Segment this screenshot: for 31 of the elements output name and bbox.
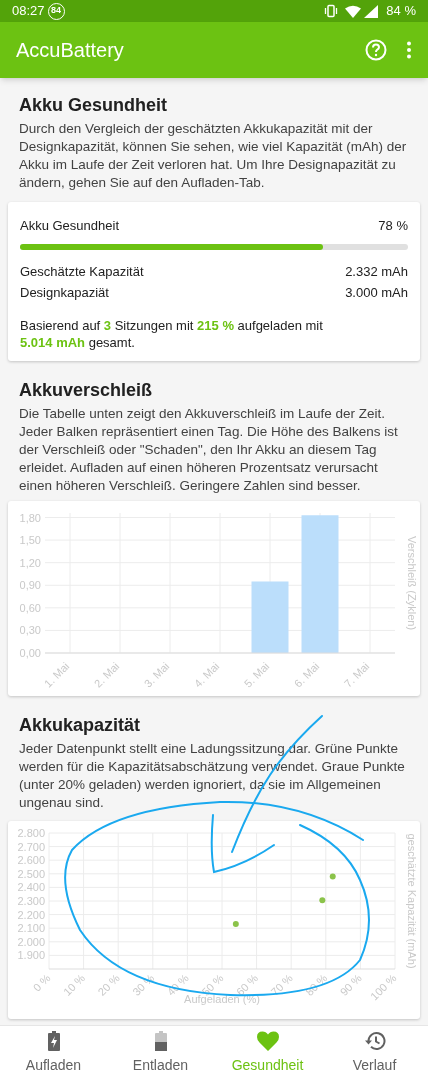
data-point (329, 873, 336, 880)
signal-icon (364, 4, 379, 18)
data-point (232, 921, 239, 928)
row-label: Designkapaziät (20, 284, 109, 301)
section-description: Die Tabelle unten zeigt den Akkuverschleiß im Laufe der Zeit. Jeder Balken repräsentiert einen Tag. Die Höhe des Balkens ist der Verschleiß oder "Schaden", den Ihr Akku an diesem Tag erleidet. Aufladen auf einen höheren Prozentsatz verursacht einen höheren Verschleiß. Geringere Zahlen sind besser. (19, 405, 399, 495)
summary-text: Basierend auf 3 Sitzungen mit 215 % aufgeladen mit 5.014 mAh gesamt. (20, 317, 324, 351)
section-title: Akku Gesundheit (19, 94, 169, 116)
battery-percentage: 84 % (386, 2, 416, 21)
vibrate-icon (324, 4, 339, 18)
app-title: AccuBattery (16, 38, 125, 63)
section-title: Akkuverschleiß (19, 379, 154, 401)
battery-icon (154, 1030, 167, 1051)
health-value: 78 % (378, 218, 408, 234)
row-value: 3.000 mAh (345, 284, 408, 301)
charging-battery-icon (47, 1030, 60, 1051)
nav-tab[interactable]: Verlauf (321, 1026, 428, 1080)
row-value: 2.332 mAh (345, 263, 408, 280)
history-icon (363, 1030, 386, 1051)
more-options-icon[interactable] (406, 41, 412, 59)
chart-bar (251, 581, 289, 653)
section-title: Akkukapazität (19, 714, 142, 736)
status-time: 08:27 (12, 2, 45, 21)
wifi-icon (345, 4, 362, 18)
data-point (319, 897, 326, 904)
nav-tab[interactable]: Aufladen (0, 1026, 107, 1080)
row-label: Geschätzte Kapazität (20, 263, 144, 280)
section-description: Durch den Vergleich der geschätzten Akkukapazität mit der Designkapazität, können Sie sehen, wie viel Kapazität (mAh) der Akku im Laufe der Zeit verloren hat. Um Ihre Designapazität zu ändern, gehen Sie auf den Aufladen-Tab. (19, 120, 408, 192)
health-label: Akku Gesundheit (20, 218, 119, 234)
heart-icon (256, 1030, 279, 1051)
help-icon[interactable] (365, 39, 387, 61)
nav-tab[interactable]: Entladen (107, 1026, 214, 1080)
